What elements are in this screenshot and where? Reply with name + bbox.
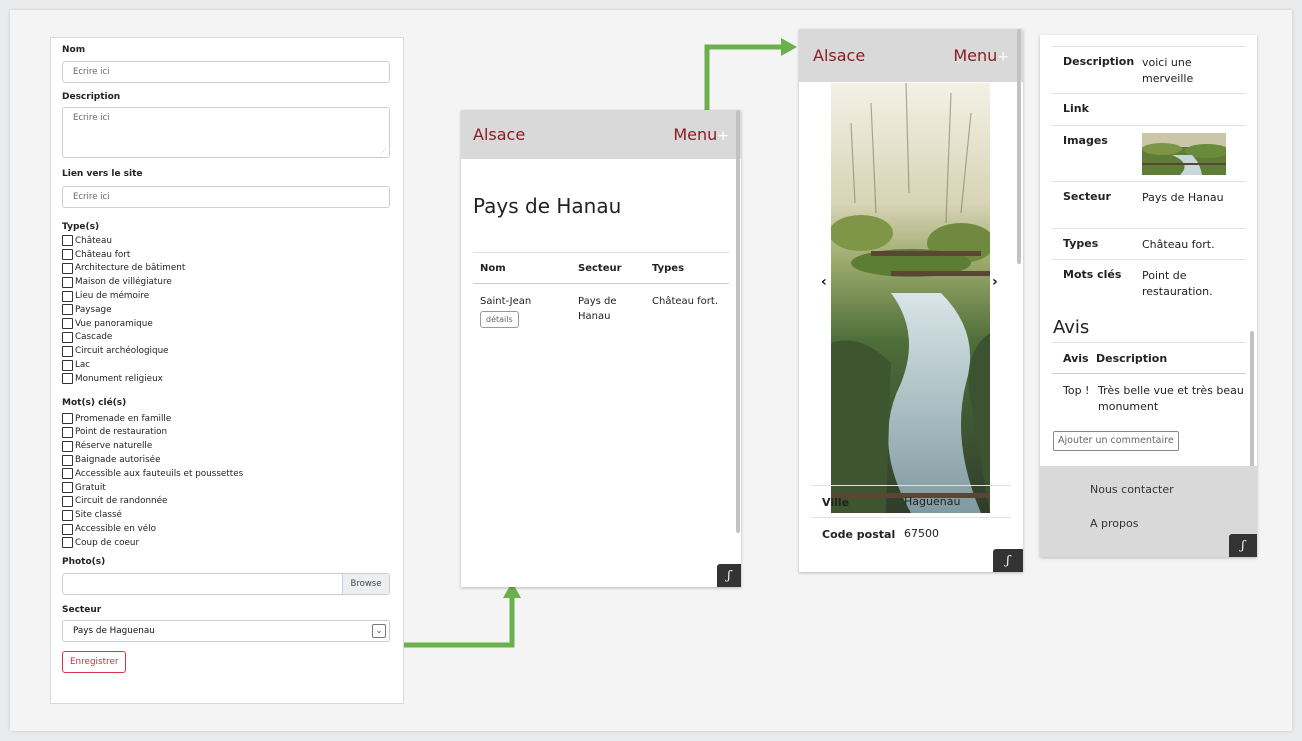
code-postal-row: Code postal 67500 <box>811 517 1011 569</box>
details-button[interactable]: détails <box>480 311 519 328</box>
avis-cell: Top ! <box>1063 384 1090 397</box>
menu-toggle[interactable]: Menu+ <box>673 125 729 144</box>
description-cell: Très belle vue et très beau monument <box>1098 384 1244 413</box>
description-row: Description voici une merveille <box>1052 46 1246 93</box>
place-thumbnail[interactable] <box>1142 133 1229 175</box>
table-header-row: Nom Secteur Types <box>473 252 729 284</box>
column-header: Avis <box>1063 351 1089 365</box>
mots-cles-key: Mots clés <box>1063 268 1122 281</box>
avis-heading: Avis <box>1053 317 1090 338</box>
table-cell: Saint-Jean détails <box>473 284 571 328</box>
plus-icon: + <box>717 128 729 144</box>
place-photo <box>831 83 990 513</box>
flow-arrow-form-to-list <box>404 595 515 648</box>
column-header: Nom <box>473 252 571 284</box>
code-postal-value: 67500 <box>904 527 939 540</box>
column-header: Types <box>645 252 729 284</box>
types-value: Château fort. <box>1142 238 1215 251</box>
scrollbar[interactable] <box>736 110 740 533</box>
symfony-toolbar-icon[interactable]: ʃ <box>1229 534 1257 557</box>
symfony-toolbar-icon[interactable]: ʃ <box>717 564 741 587</box>
description-key: Description <box>1063 55 1135 68</box>
flow-arrow-list-to-detail <box>704 44 784 112</box>
table-row: Saint-Jean détails Pays de Hanau Château… <box>473 284 729 328</box>
place-name: Saint-Jean <box>480 296 532 307</box>
column-header: Secteur <box>571 252 645 284</box>
table-cell: Pays de Hanau <box>578 296 617 322</box>
avis-table: Avis Description Top ! Très belle vue et… <box>1052 342 1246 415</box>
footer: Nous contacter A propos <box>1040 466 1257 557</box>
ville-key: Ville <box>822 496 850 509</box>
brand-link[interactable]: Alsace <box>473 125 525 144</box>
secteur-key: Secteur <box>1063 190 1111 203</box>
images-row: Images <box>1052 125 1246 181</box>
images-key: Images <box>1063 134 1108 147</box>
secteur-row: Secteur Pays de Hanau <box>1052 181 1246 228</box>
carousel-next-icon[interactable]: › <box>992 274 998 290</box>
detail-view-screen: Alsace Menu+ ‹ › Ville Haguenau Code pos… <box>799 29 1023 572</box>
ville-value: Haguenau <box>904 495 961 508</box>
menu-label: Menu <box>953 46 998 65</box>
link-key: Link <box>1063 102 1089 115</box>
scrollbar[interactable] <box>1017 29 1021 264</box>
column-header: Description <box>1096 351 1168 365</box>
app-header: Alsace Menu+ <box>461 110 741 159</box>
places-table: Nom Secteur Types Saint-Jean détails Pay… <box>473 252 729 328</box>
page-title: Pays de Hanau <box>473 194 622 218</box>
carousel-prev-icon[interactable]: ‹ <box>821 274 827 290</box>
mots-cles-row: Mots clés Point de restauration. <box>1052 259 1246 309</box>
detail-view-bottom-screen: Description voici une merveille Link Ima… <box>1040 35 1257 557</box>
footer-link-about[interactable]: A propos <box>1090 517 1138 530</box>
link-value[interactable] <box>1142 94 1246 125</box>
brand-link[interactable]: Alsace <box>813 46 865 65</box>
plus-icon: + <box>997 49 1009 65</box>
mots-cles-value: Point de restauration. <box>1142 269 1213 298</box>
table-header-row: Avis Description <box>1052 342 1246 374</box>
description-value: voici une merveille <box>1142 56 1194 85</box>
footer-link-contact[interactable]: Nous contacter <box>1090 483 1174 496</box>
menu-label: Menu <box>673 125 718 144</box>
table-cell: Château fort. <box>652 296 719 307</box>
link-row: Link <box>1052 93 1246 125</box>
arrowhead-right-icon <box>781 38 797 56</box>
symfony-toolbar-icon[interactable]: ʃ <box>993 549 1023 572</box>
images-value <box>1142 126 1246 181</box>
types-row: Types Château fort. <box>1052 228 1246 259</box>
app-header: Alsace Menu+ <box>799 29 1023 82</box>
list-view-screen: Alsace Menu+ Pays de Hanau Nom Secteur T… <box>461 110 741 587</box>
menu-toggle[interactable]: Menu+ <box>953 46 1009 65</box>
table-row: Top ! Très belle vue et très beau monume… <box>1052 374 1246 415</box>
code-postal-key: Code postal <box>822 528 896 541</box>
add-comment-button[interactable]: Ajouter un commentaire <box>1053 431 1179 451</box>
types-key: Types <box>1063 237 1099 250</box>
ville-row: Ville Haguenau <box>811 485 1011 517</box>
secteur-value: Pays de Hanau <box>1142 191 1224 204</box>
